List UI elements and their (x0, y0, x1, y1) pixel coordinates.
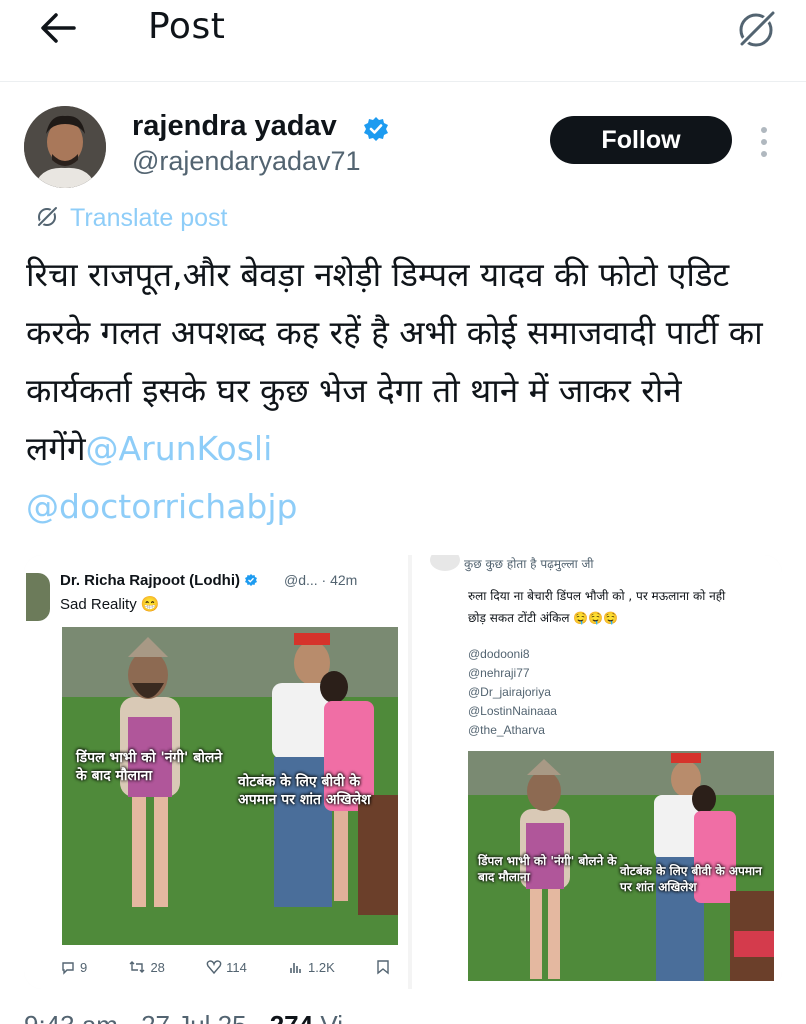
post-media[interactable]: Dr. Richa Rajpoot (Lodhi) @d... · 42m Sa… (24, 555, 782, 989)
author-name[interactable]: rajendra yadav (132, 110, 337, 143)
verified-badge-icon (362, 115, 390, 143)
post-views-label: Vi (320, 1010, 343, 1024)
embedded-mention: @the_Atharva (468, 723, 545, 737)
follow-button[interactable]: Follow (550, 116, 732, 164)
like-count: 114 (206, 959, 247, 975)
embedded-text-line: छोड़ सकत टोंटी अंकिल 🤤🤤🤤 (468, 611, 619, 625)
meme-caption-left: डिंपल भाभी को 'नंगी' बोलने के बाद मौलाना (478, 854, 617, 884)
embedded-mention: @LostinNainaaa (468, 704, 557, 718)
more-options-icon[interactable] (754, 124, 774, 160)
meme-photo: डिंपल भाभी को 'नंगी' बोलने के बाद मौलाना… (468, 751, 774, 981)
page-title: Post (148, 6, 226, 47)
bookmark-icon (376, 959, 390, 975)
embedded-action-bar: 9 28 114 1.2K (60, 959, 390, 975)
heart-icon (206, 960, 222, 975)
back-arrow-icon[interactable] (34, 8, 82, 48)
embedded-text-line: रुला दिया ना बेचारी डिंपल भौजी को , पर म… (468, 589, 726, 603)
embedded-text: Sad Reality 😁 (60, 596, 160, 613)
repost-icon (129, 961, 145, 973)
meme-caption-left: डिंपल भाभी को 'नंगी' बोलने के बाद मौलाना (76, 750, 223, 784)
reply-count: 9 (60, 959, 87, 975)
mention-link[interactable]: @ArunKosli (86, 429, 273, 468)
post-meta-line: 9:43 am · 27 Jul 25 · 274 Vi (24, 1010, 343, 1024)
author-handle[interactable]: @rajendaryadav71 (132, 146, 361, 177)
post-text: रिचा राजपूत,और बेवड़ा नशेड़ी डिम्पल यादव… (26, 246, 766, 536)
top-bar: Post (0, 0, 806, 82)
embedded-mention: @dodooni8 (468, 647, 530, 661)
embedded-mention: @nehraji77 (468, 666, 530, 680)
verified-badge-icon (245, 574, 258, 586)
grok-small-icon (34, 203, 60, 233)
translate-label: Translate post (70, 203, 228, 232)
post-time: 9:43 am (24, 1010, 118, 1024)
translate-post-link[interactable]: Translate post (34, 203, 227, 233)
mention-link[interactable]: @doctorrichabjp (26, 487, 297, 526)
embedded-handle: @d... · 42m (284, 572, 358, 588)
repost-count: 28 (128, 959, 165, 975)
media-image-left[interactable]: Dr. Richa Rajpoot (Lodhi) @d... · 42m Sa… (24, 555, 408, 989)
post-date: 27 Jul 25 (141, 1010, 247, 1024)
meme-caption-right: वोटबंक के लिए बीवी के अपमान पर शांत अखिल… (620, 864, 762, 894)
reply-icon (62, 962, 74, 975)
post-views-count: 274 (270, 1010, 313, 1024)
media-image-right[interactable]: कुछ कुछ होता है पढ़मुल्ला जी रुला दिया न… (412, 555, 782, 989)
author-avatar[interactable] (24, 106, 106, 188)
embedded-author-name: Dr. Richa Rajpoot (Lodhi) (60, 572, 258, 589)
embedded-avatar (26, 573, 50, 621)
grok-icon[interactable] (732, 4, 780, 52)
meme-photo: डिंपल भाभी को 'नंगी' बोलने के बाद मौलाना… (62, 627, 398, 945)
embedded-cut-text: कुछ कुछ होता है पढ़मुल्ला जी (464, 557, 594, 571)
embedded-avatar (430, 555, 460, 571)
meme-caption-right: वोटबंक के लिए बीवी के अपमान पर शांत अखिल… (238, 774, 371, 808)
view-count: 1.2K (288, 959, 335, 975)
embedded-mention: @Dr_jairajoriya (468, 685, 551, 699)
views-icon (290, 963, 301, 973)
